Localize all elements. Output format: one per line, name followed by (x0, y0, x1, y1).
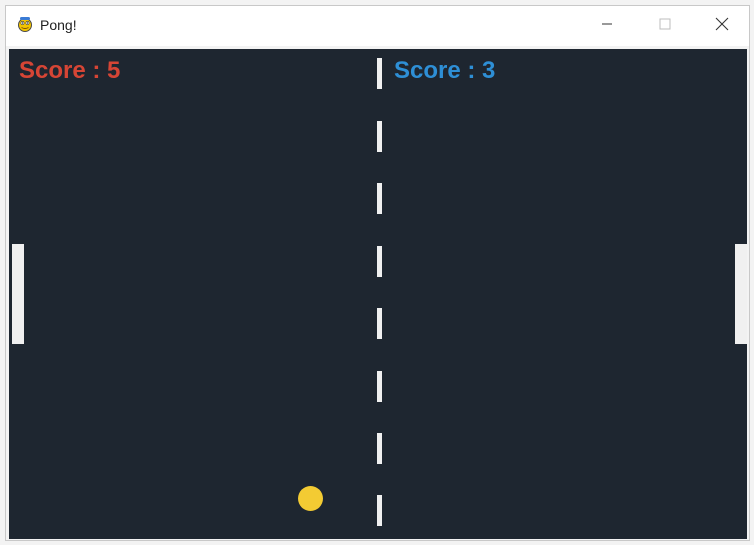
close-icon (715, 17, 729, 36)
close-button[interactable] (693, 6, 751, 46)
game-window: Pong! Score : 5 Score: 3 (5, 5, 750, 541)
title-bar[interactable]: Pong! (6, 6, 749, 46)
maximize-icon (659, 17, 671, 35)
maximize-button[interactable] (636, 6, 694, 46)
pygame-snake-icon (16, 15, 34, 33)
center-line-dash (377, 371, 382, 402)
minimize-icon (601, 17, 613, 35)
left-player-score: Score : 5 (19, 57, 121, 84)
center-line-dash (377, 246, 382, 277)
right-player-score: Score : 3 (394, 57, 496, 84)
ball (298, 486, 323, 511)
center-line-dash (377, 433, 382, 464)
game-canvas[interactable]: Score : 5 Score : 3 (9, 49, 747, 539)
center-line-dash (377, 308, 382, 339)
center-line-dash (377, 121, 382, 152)
right-paddle (735, 244, 747, 344)
center-line-dash (377, 58, 382, 89)
minimize-button[interactable] (578, 6, 636, 46)
left-paddle (12, 244, 24, 344)
center-line-dash (377, 495, 382, 526)
window-title: Pong! (40, 17, 77, 33)
center-line-dash (377, 183, 382, 214)
